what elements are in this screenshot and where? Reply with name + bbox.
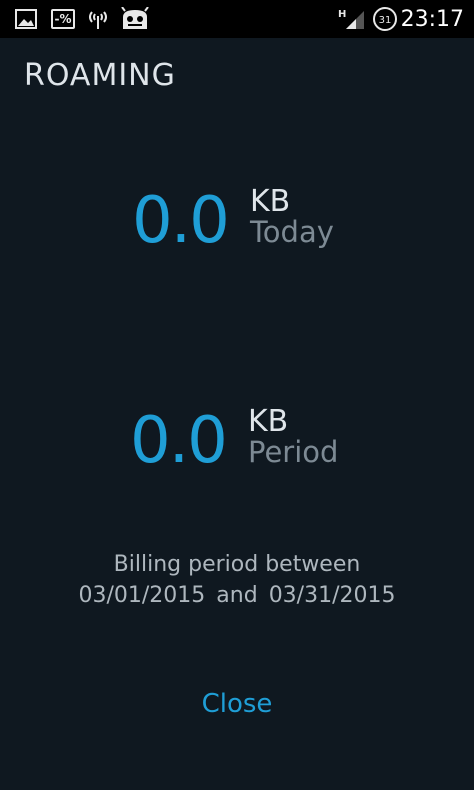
calendar-icon: 31 [372, 6, 398, 32]
network-type-label: H [338, 9, 346, 20]
billing-start-date: 03/01/2015 [78, 583, 206, 608]
billing-period-heading: Billing period between [113, 552, 361, 577]
billing-connector: and [216, 583, 258, 608]
period-value: 0.0 [130, 404, 228, 478]
today-label: Today [250, 215, 334, 249]
percent-icon: -% [50, 6, 76, 32]
period-usage: 0.0 KB Period [0, 405, 474, 485]
gallery-icon [14, 6, 38, 32]
cyanogenmod-icon [120, 6, 150, 32]
today-usage: 0.0 KB Today [0, 185, 474, 265]
billing-period-dates: 03/01/2015 and 03/31/2015 [0, 583, 474, 608]
status-bar: -% H 31 23:17 [0, 0, 474, 38]
wireless-signal-icon [86, 6, 110, 32]
percent-badge: -% [51, 9, 75, 29]
period-label: Period [248, 435, 339, 469]
page-title: ROAMING [24, 58, 176, 93]
today-unit: KB [250, 184, 291, 219]
close-button[interactable]: Close [180, 684, 294, 724]
status-time: 23:17 [400, 7, 464, 32]
period-unit: KB [248, 404, 289, 439]
today-value: 0.0 [132, 184, 230, 258]
calendar-day: 31 [379, 15, 392, 26]
mobile-signal-icon: H [338, 6, 366, 32]
billing-end-date: 03/31/2015 [268, 583, 396, 608]
